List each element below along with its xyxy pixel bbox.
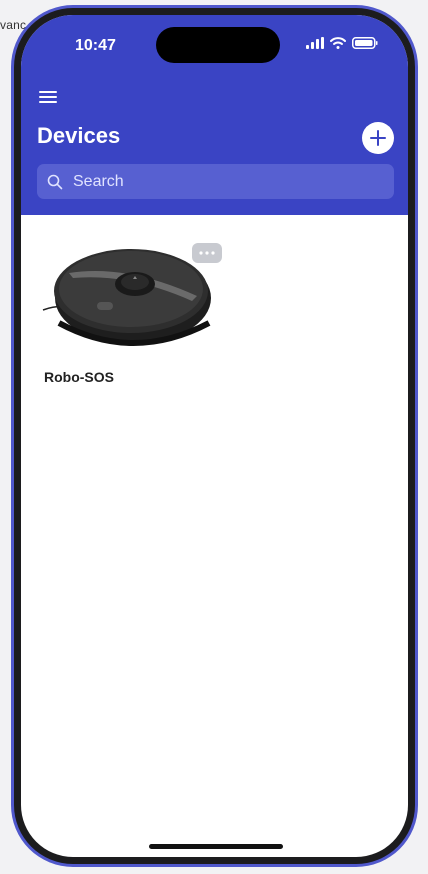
- phone-bezel: 10:47 Devices Search Robo-SOS: [14, 8, 415, 864]
- ellipsis-icon: [199, 251, 215, 255]
- plus-icon: [370, 130, 386, 146]
- wifi-icon: [330, 37, 346, 49]
- battery-icon: [352, 37, 378, 49]
- device-name: Robo-SOS: [44, 369, 114, 385]
- robot-vacuum-image: [37, 228, 212, 358]
- status-time: 10:47: [75, 37, 116, 54]
- app-screen: 10:47 Devices Search Robo-SOS: [21, 15, 408, 857]
- cellular-signal-icon: [306, 37, 324, 49]
- hamburger-menu-icon[interactable]: [37, 87, 61, 107]
- search-bar[interactable]: [37, 164, 394, 199]
- device-more-button[interactable]: [192, 243, 222, 263]
- dynamic-island: [156, 27, 280, 63]
- device-card[interactable]: Robo-SOS: [37, 228, 222, 388]
- status-icons: [306, 37, 378, 49]
- page-title: Devices: [37, 123, 121, 148]
- app-header: 10:47 Devices Search: [21, 15, 408, 215]
- search-input[interactable]: [71, 171, 375, 192]
- home-indicator[interactable]: [149, 844, 283, 849]
- add-device-button[interactable]: [362, 122, 394, 154]
- phone-frame: 10:47 Devices Search Robo-SOS: [11, 5, 418, 867]
- search-icon: [47, 174, 63, 189]
